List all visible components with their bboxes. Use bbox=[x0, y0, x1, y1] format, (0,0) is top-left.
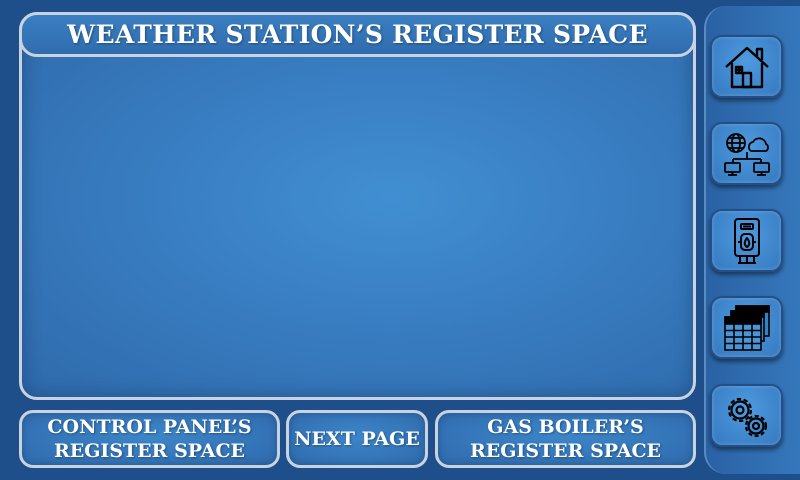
next-page-label: NEXT PAGE bbox=[294, 428, 420, 450]
page-title-bar: WEATHER STATION’S REGISTER SPACE bbox=[19, 12, 696, 57]
next-page-button[interactable]: NEXT PAGE bbox=[286, 410, 428, 468]
register-display-panel bbox=[19, 12, 696, 400]
control-panel-register-button[interactable]: CONTROL PANEL’S REGISTER SPACE bbox=[19, 410, 280, 468]
gas-boiler-register-button[interactable]: GAS BOILER’S REGISTER SPACE bbox=[435, 410, 696, 468]
sidebar-item-home[interactable] bbox=[710, 35, 783, 98]
sidebar-item-boiler[interactable] bbox=[710, 209, 783, 272]
control-panel-register-label: CONTROL PANEL’S REGISTER SPACE bbox=[47, 416, 252, 462]
table-icon bbox=[723, 304, 770, 351]
sidebar-item-settings[interactable] bbox=[710, 384, 783, 447]
gas-boiler-register-label: GAS BOILER’S REGISTER SPACE bbox=[469, 416, 662, 462]
sidebar-item-table[interactable] bbox=[710, 296, 783, 359]
gears-icon bbox=[727, 397, 767, 437]
sidebar-item-network[interactable] bbox=[710, 122, 783, 185]
home-icon bbox=[724, 46, 769, 88]
page-title: WEATHER STATION’S REGISTER SPACE bbox=[67, 20, 648, 49]
network-icon bbox=[723, 132, 770, 176]
boiler-icon bbox=[733, 217, 760, 264]
